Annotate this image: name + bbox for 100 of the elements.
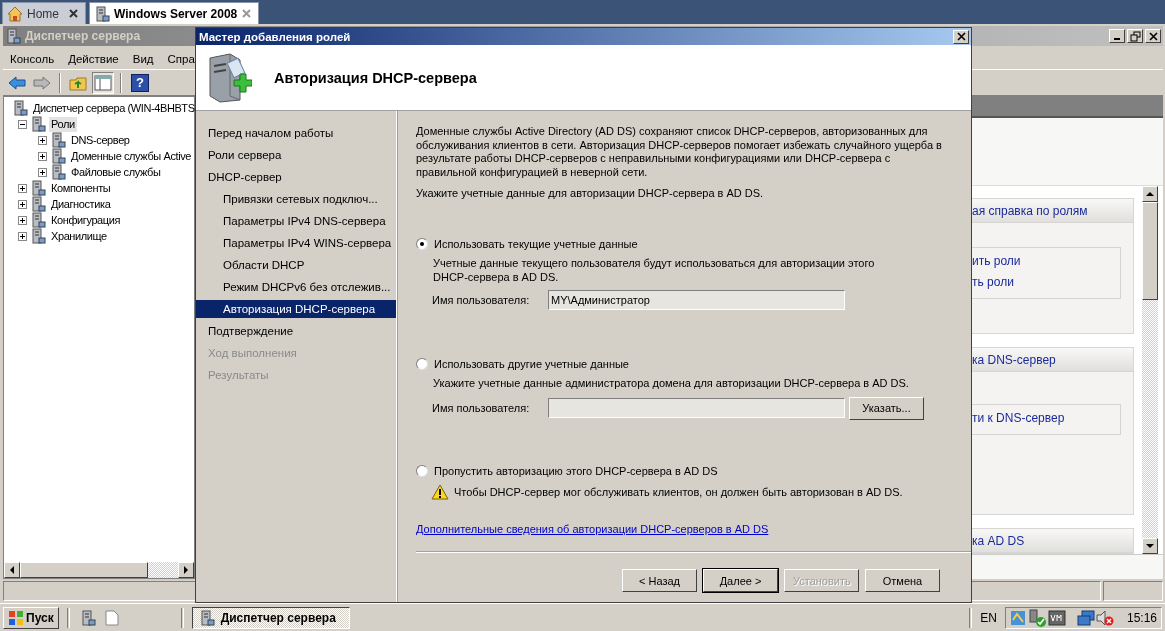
section-header[interactable]: ая справка по ролям [970, 199, 1133, 223]
specify-button[interactable]: Указать... [849, 396, 924, 420]
step-item[interactable]: Привязки сетевых подключ... [196, 190, 396, 212]
expand-icon[interactable] [38, 151, 47, 161]
scroll-left-button[interactable] [4, 562, 20, 578]
tree-item[interactable]: Компоненты [49, 180, 113, 196]
help-button[interactable]: ? [131, 73, 149, 92]
server-icon [5, 28, 21, 44]
document-icon [104, 609, 119, 626]
collapse-icon[interactable] [18, 119, 27, 129]
scroll-thumb[interactable] [1142, 202, 1158, 300]
username-field[interactable] [548, 398, 845, 418]
scroll-thumb[interactable] [20, 562, 148, 578]
left-arrow-icon [9, 566, 15, 574]
link[interactable]: ить роли [972, 251, 1120, 272]
description-text: Доменные службы Active Directory (AD DS) сохраняют список DHCP-серверов, авторизованных для обслуживания клиентов в сети. Авторизация DHCP-серверов помогает избежать случайного ущерба в результате работы DHCP-серверов с неправильными конфигурациями или DHCP-сервера с правильной конфигурацией в неверной сети. [416, 125, 943, 179]
step-item[interactable]: Перед началом работы [196, 124, 396, 146]
expand-icon[interactable] [18, 231, 27, 241]
radio-label[interactable]: Использовать текущие учетные данные [434, 238, 638, 250]
dialog-title: Мастер добавления ролей [199, 30, 351, 43]
server-icon [12, 100, 28, 116]
server-icon [198, 609, 215, 626]
up-arrow-icon [1146, 191, 1154, 197]
close-icon [956, 32, 966, 41]
close-icon [241, 8, 253, 19]
server-icon [30, 180, 46, 196]
scroll-up-button[interactable] [1142, 186, 1158, 202]
close-icon [68, 8, 79, 19]
tree-item[interactable]: Диагностика [49, 196, 113, 212]
windows-logo-icon [8, 609, 24, 626]
server-icon [30, 228, 46, 244]
warning-icon [431, 483, 449, 500]
language-indicator[interactable]: EN [980, 610, 997, 625]
back-arrow-icon [8, 75, 26, 90]
home-icon [7, 5, 23, 22]
expand-icon[interactable] [38, 135, 47, 145]
tree-item[interactable]: Файловые службы [69, 164, 163, 180]
scroll-down-button[interactable] [1142, 538, 1158, 554]
link[interactable]: ть роли [972, 272, 1120, 293]
tree-item[interactable]: Диспетчер сервера (WIN-4BHBTS [31, 100, 197, 116]
view-button[interactable] [92, 71, 114, 94]
expand-icon[interactable] [18, 199, 27, 209]
menu-item[interactable]: Консоль [3, 52, 62, 65]
expand-icon[interactable] [38, 167, 47, 177]
tree-item[interactable]: Роли [49, 116, 77, 132]
browser-tab[interactable]: Home [2, 2, 86, 24]
step-item[interactable]: Авторизация DHCP-сервера [196, 300, 396, 318]
start-button[interactable]: Пуск [3, 606, 59, 629]
menu-item[interactable]: Вид [125, 52, 161, 65]
radio-label[interactable]: Использовать другие учетные данные [434, 358, 629, 370]
wizard-button[interactable]: Отмена [865, 569, 940, 592]
section-header[interactable]: ка AD DS [970, 529, 1133, 553]
server-add-icon [206, 51, 252, 104]
warning-text: Чтобы DHCP-сервер мог обслуживать клиентов, он должен быть авторизован в AD DS. [454, 485, 903, 498]
step-item[interactable]: Параметры IPv4 WINS-сервера [196, 234, 396, 256]
right-arrow-icon [183, 566, 189, 574]
server-icon [94, 5, 110, 22]
window-title: Диспетчер сервера [25, 29, 141, 43]
tree-item[interactable]: DNS-сервер [69, 132, 132, 148]
close-icon [1147, 30, 1159, 42]
step-item[interactable]: Роли сервера [196, 146, 396, 168]
clock[interactable]: 15:16 [1126, 610, 1157, 625]
server-icon [50, 132, 66, 148]
taskbar-button[interactable]: Диспетчер сервера [191, 606, 350, 629]
wizard-button[interactable]: < Назад [622, 569, 697, 592]
tree-item[interactable]: Хранилище [49, 228, 109, 244]
server-icon [50, 148, 66, 164]
scroll-right-button[interactable] [178, 562, 194, 578]
expand-icon[interactable] [18, 183, 27, 193]
server-icon [30, 212, 46, 228]
close-button[interactable] [1145, 29, 1161, 43]
tree-item[interactable]: Доменные службы Active [69, 148, 194, 164]
horizontal-scrollbar[interactable] [4, 562, 194, 578]
link[interactable]: ти к DNS-сервер [972, 407, 1120, 429]
step-item[interactable]: Параметры IPv4 DNS-сервера [196, 212, 396, 234]
step-item[interactable]: Области DHCP [196, 256, 396, 278]
server-icon [30, 196, 46, 212]
option-description: Укажите учетные данные администратора домена для авторизации DHCP-сервера в AD DS. [433, 377, 910, 391]
username-field[interactable]: MY\Администратор [548, 290, 845, 310]
browser-tab[interactable]: Windows Server 2008 [89, 2, 259, 24]
step-item[interactable]: DHCP-сервер [196, 168, 396, 190]
restore-button[interactable] [1127, 29, 1143, 43]
vertical-scrollbar[interactable] [1142, 186, 1158, 554]
radio-button[interactable] [416, 238, 428, 250]
pane-icon [94, 74, 112, 91]
step-item[interactable]: Подтверждение [196, 322, 396, 344]
menu-item[interactable]: Действие [61, 52, 126, 65]
wizard-button[interactable]: Далее > [703, 569, 778, 592]
help-link[interactable]: Дополнительные сведения об авторизации DHCP-серверов в AD DS [416, 522, 769, 535]
field-label: Имя пользователя: [432, 402, 531, 414]
expand-icon[interactable] [18, 215, 27, 225]
server-icon [50, 164, 66, 180]
radio-button[interactable] [416, 358, 428, 370]
close-button[interactable] [953, 29, 969, 44]
radio-label[interactable]: Пропустить авторизацию этого DHCP-сервера в AD DS [434, 464, 718, 477]
step-item[interactable]: Режим DHCPv6 без отслежив... [196, 278, 396, 300]
radio-button[interactable] [416, 464, 428, 477]
section-header[interactable]: ка DNS-сервер [970, 347, 1133, 372]
tree-item[interactable]: Конфигурация [49, 212, 123, 228]
minimize-button[interactable] [1109, 29, 1125, 43]
